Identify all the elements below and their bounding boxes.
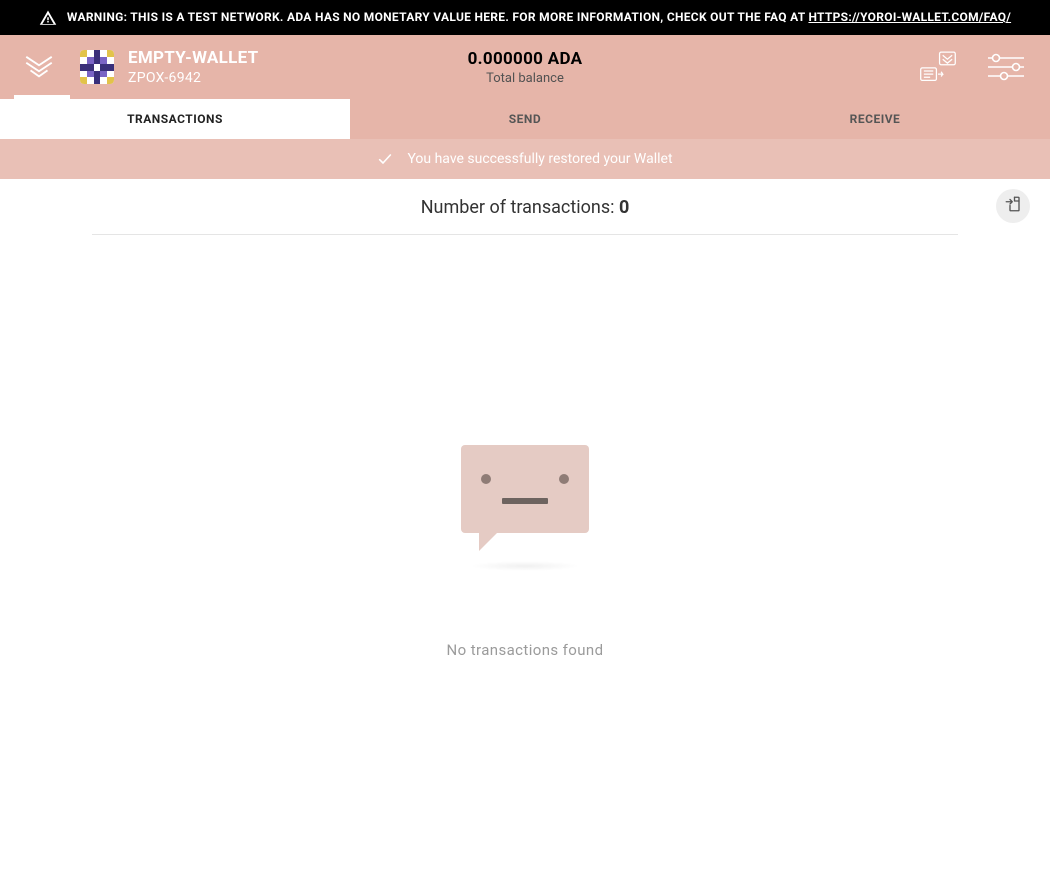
wallet-id: ZPOX-6942 xyxy=(128,70,259,86)
wallet-header: EMPTY-WALLET ZPOX-6942 0.000000 ADA Tota… xyxy=(0,35,1050,99)
test-network-warning-banner: WARNING: THIS IS A TEST NETWORK. ADA HAS… xyxy=(0,0,1050,35)
tab-send[interactable]: SEND xyxy=(350,99,700,139)
wallet-tabs: TRANSACTIONS SEND RECEIVE xyxy=(0,99,1050,139)
warning-text: WARNING: THIS IS A TEST NETWORK. ADA HAS… xyxy=(67,8,1011,27)
empty-state: No transactions found xyxy=(0,445,1050,659)
transactions-count-text: Number of transactions: 0 xyxy=(421,197,630,218)
export-button[interactable] xyxy=(996,189,1030,223)
yoroi-logo-icon[interactable] xyxy=(22,50,56,84)
balance-block: 0.000000 ADA Total balance xyxy=(468,49,583,86)
wallet-name: EMPTY-WALLET xyxy=(128,48,259,68)
header-actions xyxy=(916,49,1028,85)
success-message: You have successfully restored your Wall… xyxy=(407,151,672,167)
balance-value: 0.000000 ADA xyxy=(468,49,583,69)
transactions-count-value: 0 xyxy=(619,197,629,218)
balance-label: Total balance xyxy=(468,71,583,86)
warning-triangle-icon xyxy=(39,9,57,27)
checkmark-icon xyxy=(377,151,393,167)
divider xyxy=(92,234,958,235)
wallet-identicon[interactable] xyxy=(80,50,114,84)
empty-face-icon xyxy=(461,445,589,533)
transfer-wallets-icon[interactable] xyxy=(916,49,960,85)
balance-currency: ADA xyxy=(548,49,583,69)
warning-prefix: WARNING: THIS IS A TEST NETWORK. ADA HAS… xyxy=(67,10,809,24)
success-banner: You have successfully restored your Wall… xyxy=(0,139,1050,179)
tab-transactions[interactable]: TRANSACTIONS xyxy=(0,99,350,139)
active-tab-indicator xyxy=(14,95,70,99)
settings-sliders-icon[interactable] xyxy=(984,49,1028,85)
transactions-count-label: Number of transactions: xyxy=(421,197,619,218)
export-file-icon xyxy=(1004,195,1022,217)
faq-link[interactable]: HTTPS://YOROI-WALLET.COM/FAQ/ xyxy=(808,10,1011,24)
empty-state-text: No transactions found xyxy=(447,641,604,659)
transactions-count-row: Number of transactions: 0 xyxy=(0,179,1050,218)
wallet-meta: EMPTY-WALLET ZPOX-6942 xyxy=(128,48,259,86)
balance-amount: 0.000000 xyxy=(468,49,544,69)
empty-shadow xyxy=(470,561,580,571)
tab-receive[interactable]: RECEIVE xyxy=(700,99,1050,139)
